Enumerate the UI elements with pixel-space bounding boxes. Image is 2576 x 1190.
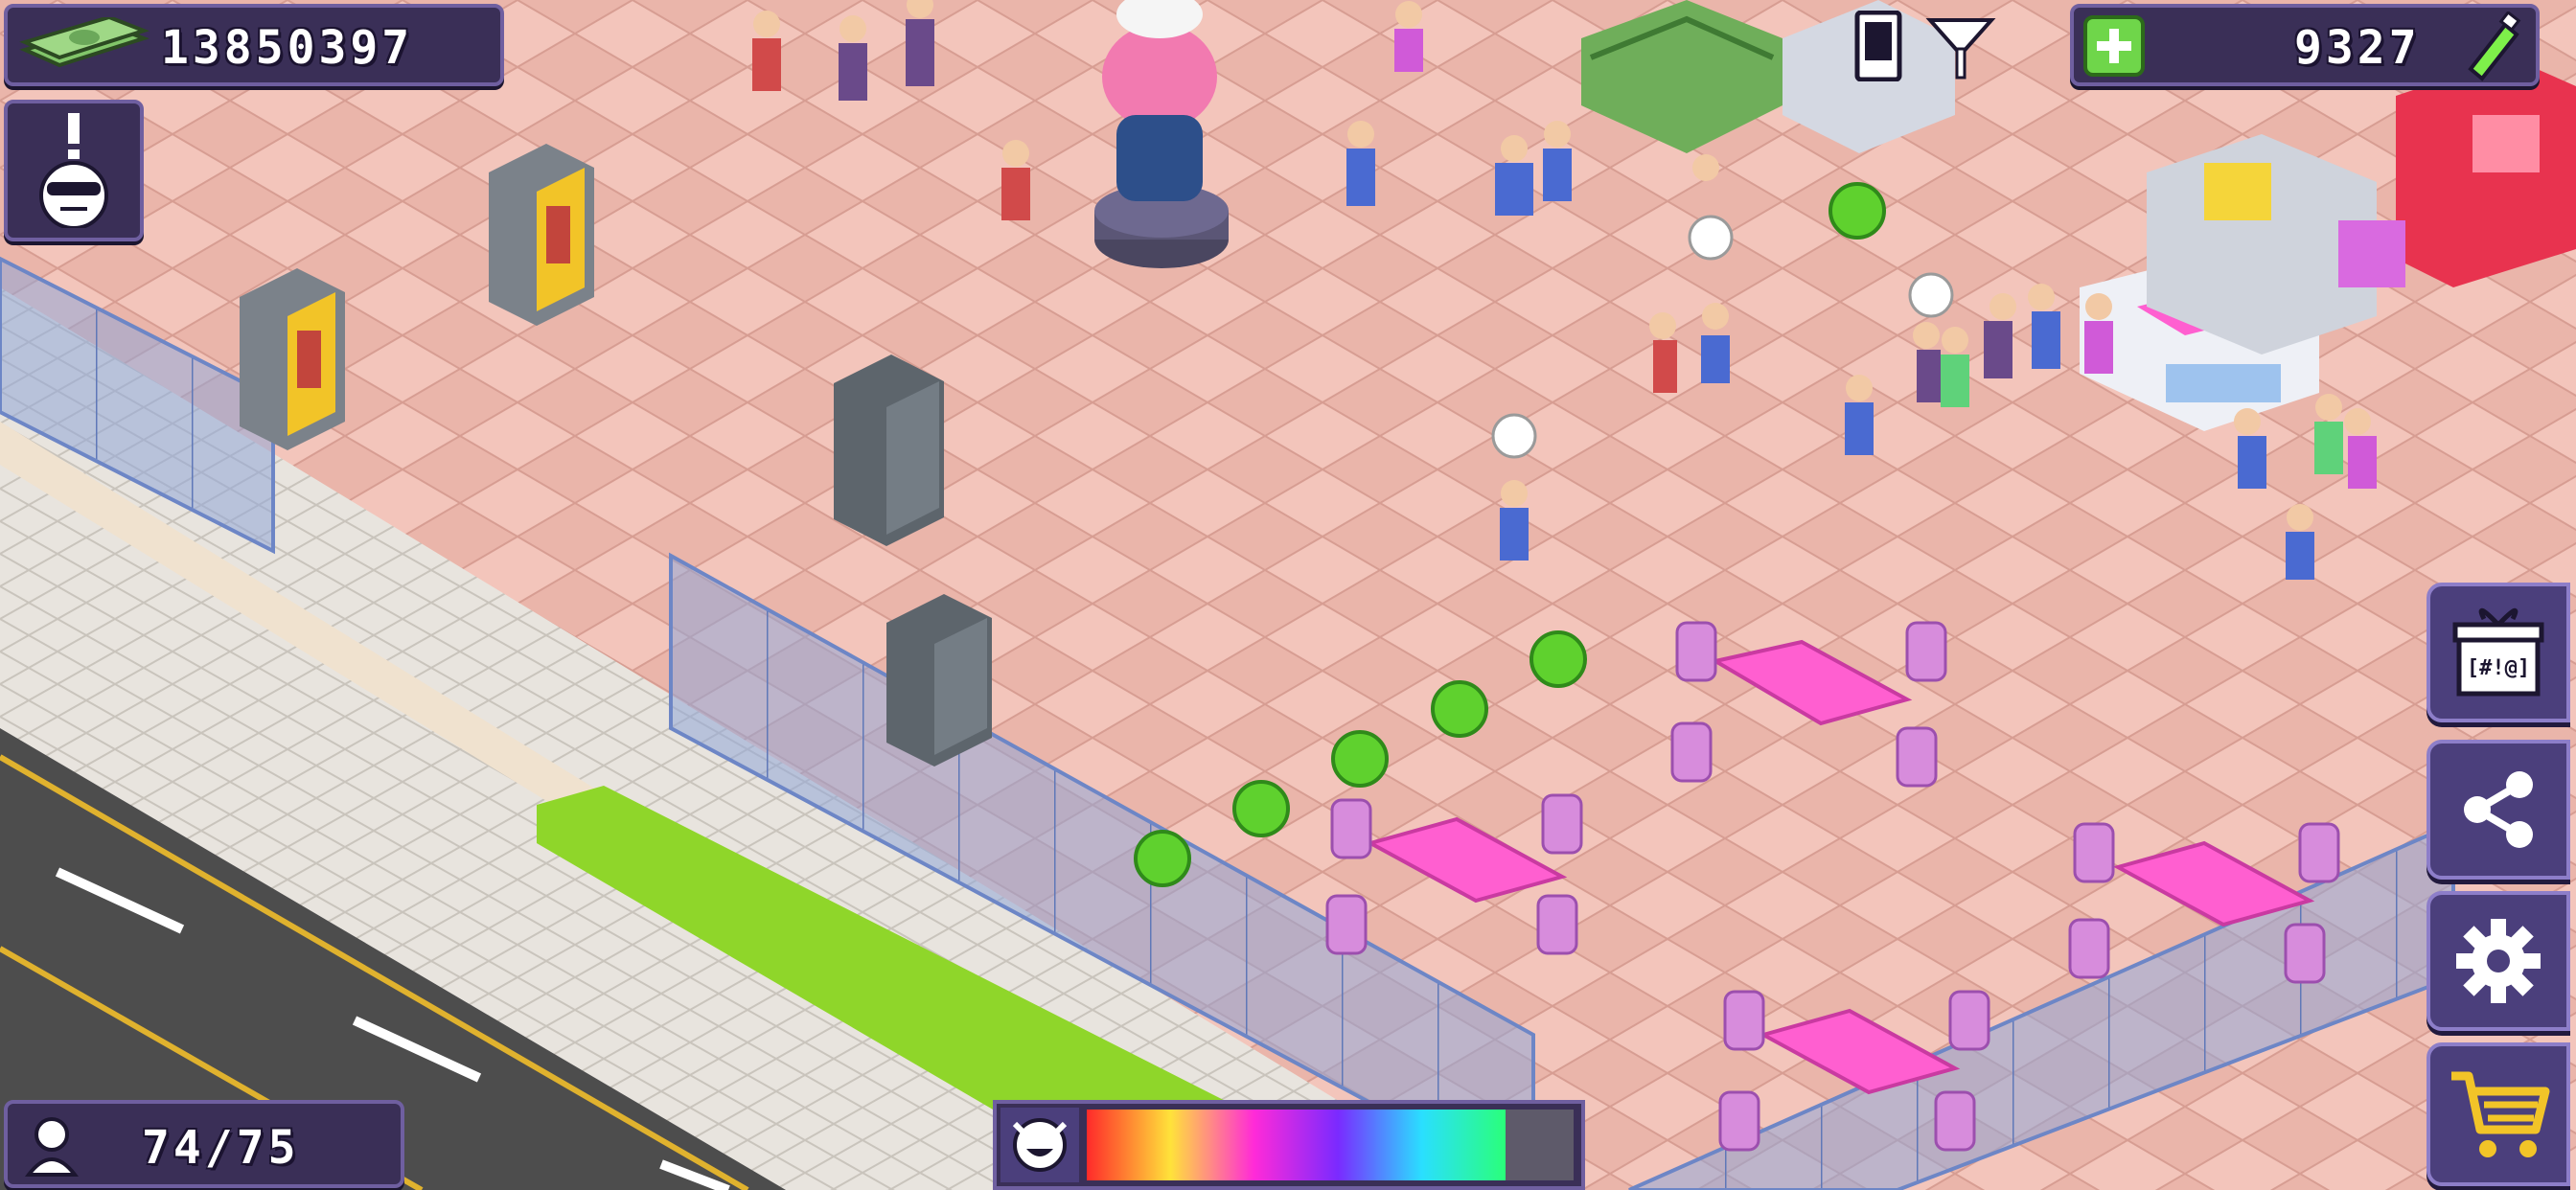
add-energy-button[interactable]	[2083, 15, 2145, 77]
person-icon	[24, 1117, 80, 1177]
happy-icon-box	[1000, 1108, 1079, 1182]
share-button[interactable]	[2426, 740, 2570, 880]
happiness-bar-fill	[1087, 1110, 1506, 1180]
energy-icon	[2468, 11, 2521, 81]
population-value: 74/75	[142, 1121, 300, 1175]
alert-icon	[39, 113, 108, 228]
wifi-icon	[1925, 18, 1996, 80]
gift-code-label: [#!@]	[2467, 656, 2530, 680]
share-icon	[2464, 771, 2533, 848]
safe[interactable]	[834, 355, 944, 546]
settings-button[interactable]	[2426, 891, 2570, 1031]
money-counter: 13850397	[4, 4, 504, 86]
phone-icon	[1854, 11, 1902, 81]
energy-value: 9327	[2294, 21, 2421, 75]
population-counter: 74/75	[4, 1100, 404, 1188]
add-energy-icon	[2097, 29, 2131, 63]
vending-machine[interactable]	[240, 268, 345, 450]
safe[interactable]	[886, 594, 992, 767]
money-value: 13850397	[161, 21, 414, 75]
gift-icon: [#!@]	[2452, 607, 2544, 697]
arcade-machine[interactable]	[2396, 57, 2576, 287]
alert-button[interactable]	[4, 100, 144, 241]
happiness-meter	[993, 1100, 1585, 1190]
gear-icon	[2456, 919, 2541, 1003]
vending-machine[interactable]	[489, 144, 594, 326]
happiness-bar-track	[1087, 1110, 1574, 1180]
energy-counter: 9327	[2070, 4, 2540, 86]
wifi-indicator[interactable]	[1850, 8, 2012, 84]
cart-icon	[2451, 1071, 2550, 1157]
game-scene[interactable]	[0, 0, 2576, 1190]
gift-button[interactable]: [#!@]	[2426, 583, 2570, 722]
money-icon	[17, 14, 151, 75]
happy-icon	[1012, 1118, 1068, 1172]
shop-button[interactable]	[2426, 1042, 2570, 1186]
